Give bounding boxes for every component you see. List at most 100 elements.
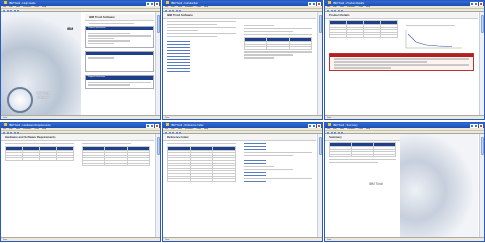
- maximize-icon[interactable]: [474, 123, 479, 128]
- menu-favorites[interactable]: Favorites: [347, 6, 355, 8]
- window-2-titlebar[interactable]: IBM Tivoli - Introduction: [163, 1, 322, 6]
- menu-tools[interactable]: Tools: [34, 128, 39, 130]
- menu-file[interactable]: File: [165, 6, 168, 8]
- menu-help[interactable]: Help: [42, 128, 46, 130]
- vertical-scrollbar[interactable]: [479, 134, 484, 237]
- vertical-scrollbar[interactable]: [317, 134, 322, 237]
- scroll-thumb[interactable]: [480, 15, 484, 33]
- menu-file[interactable]: File: [165, 128, 168, 130]
- menu-favorites[interactable]: Favorites: [185, 128, 193, 130]
- menu-view[interactable]: View: [16, 128, 20, 130]
- link-line[interactable]: [243, 142, 267, 144]
- minimize-icon[interactable]: [307, 123, 312, 128]
- vertical-scrollbar[interactable]: [479, 12, 484, 115]
- close-icon[interactable]: [479, 123, 483, 128]
- menu-file[interactable]: File: [327, 128, 330, 130]
- menu-favorites[interactable]: Favorites: [185, 6, 193, 8]
- menu-favorites[interactable]: Favorites: [23, 6, 31, 8]
- vertical-scrollbar[interactable]: [155, 134, 160, 237]
- menu-help[interactable]: Help: [42, 6, 46, 8]
- window-3[interactable]: IBM Tivoli - Product Details File Edit Vie…: [324, 0, 485, 120]
- close-icon[interactable]: [155, 1, 159, 6]
- window-5[interactable]: IBM Tivoli - Reference Index File Edit Vie…: [162, 122, 323, 242]
- menu-tools[interactable]: Tools: [196, 6, 201, 8]
- menu-view[interactable]: View: [16, 6, 20, 8]
- menu-view[interactable]: View: [178, 6, 182, 8]
- maximize-icon[interactable]: [150, 1, 155, 6]
- menu-view[interactable]: View: [178, 128, 182, 130]
- link-line[interactable]: [167, 52, 190, 55]
- maximize-icon[interactable]: [474, 1, 479, 6]
- menu-tools[interactable]: Tools: [34, 6, 39, 8]
- vertical-scrollbar[interactable]: [155, 12, 160, 115]
- link-line[interactable]: [243, 180, 267, 183]
- vertical-scrollbar[interactable]: [317, 12, 322, 115]
- minimize-icon[interactable]: [307, 1, 312, 6]
- scroll-thumb[interactable]: [156, 137, 160, 155]
- link-line[interactable]: [243, 148, 267, 150]
- window-4-titlebar[interactable]: IBM Tivoli - Hardware Requirements: [1, 123, 160, 128]
- menu-tools[interactable]: Tools: [196, 128, 201, 130]
- window-2[interactable]: IBM Tivoli - Introduction File Edit View Fa…: [162, 0, 323, 120]
- menu-tools[interactable]: Tools: [358, 128, 363, 130]
- link-line[interactable]: [243, 159, 267, 162]
- link-line[interactable]: [167, 55, 190, 58]
- maximize-icon[interactable]: [150, 123, 155, 128]
- link-line[interactable]: [167, 64, 190, 67]
- menu-help[interactable]: Help: [366, 6, 370, 8]
- menu-file[interactable]: File: [3, 128, 6, 130]
- menu-tools[interactable]: Tools: [358, 6, 363, 8]
- link-line[interactable]: [167, 43, 190, 46]
- menu-edit[interactable]: Edit: [333, 128, 336, 130]
- window-5-titlebar[interactable]: IBM Tivoli - Reference Index: [163, 123, 322, 128]
- maximize-icon[interactable]: [312, 1, 317, 6]
- menu-edit[interactable]: Edit: [333, 6, 336, 8]
- minimize-icon[interactable]: [145, 1, 150, 6]
- minimize-icon[interactable]: [145, 123, 150, 128]
- scroll-thumb[interactable]: [156, 15, 160, 33]
- menu-help[interactable]: Help: [204, 6, 208, 8]
- scroll-thumb[interactable]: [480, 137, 484, 155]
- scroll-thumb[interactable]: [318, 15, 322, 33]
- menu-help[interactable]: Help: [366, 128, 370, 130]
- close-icon[interactable]: [317, 1, 321, 6]
- index-links-column: [240, 141, 317, 184]
- window-1[interactable]: IBM Tivoli - Help Guide File Edit View Favo…: [0, 0, 161, 120]
- text-line: [167, 35, 217, 37]
- link-line[interactable]: [167, 49, 190, 52]
- menu-edit[interactable]: Edit: [171, 6, 174, 8]
- link-line[interactable]: [243, 145, 267, 147]
- menu-view[interactable]: View: [340, 6, 344, 8]
- menu-edit[interactable]: Edit: [171, 128, 174, 130]
- window-6[interactable]: IBM Tivoli - Summary File Edit View Favorit…: [324, 122, 485, 242]
- menu-edit[interactable]: Edit: [9, 128, 12, 130]
- link-line[interactable]: [167, 70, 190, 73]
- menu-file[interactable]: File: [327, 6, 330, 8]
- menu-favorites[interactable]: Favorites: [347, 128, 355, 130]
- menu-edit[interactable]: Edit: [9, 6, 12, 8]
- menu-help[interactable]: Help: [204, 128, 208, 130]
- link-line[interactable]: [167, 67, 190, 70]
- menu-favorites[interactable]: Favorites: [23, 128, 31, 130]
- scroll-thumb[interactable]: [318, 137, 322, 155]
- window-1-titlebar[interactable]: IBM Tivoli - Help Guide: [1, 1, 160, 6]
- link-line[interactable]: [167, 40, 190, 43]
- link-line[interactable]: [243, 171, 267, 174]
- link-line[interactable]: [243, 174, 267, 177]
- minimize-icon[interactable]: [469, 123, 474, 128]
- close-icon[interactable]: [155, 123, 159, 128]
- window-6-titlebar[interactable]: IBM Tivoli - Summary: [325, 123, 484, 128]
- maximize-icon[interactable]: [312, 123, 317, 128]
- window-4[interactable]: IBM Tivoli - Hardware Requirements File E…: [0, 122, 161, 242]
- menu-view[interactable]: View: [340, 128, 344, 130]
- menu-file[interactable]: File: [3, 6, 6, 8]
- window-3-titlebar[interactable]: IBM Tivoli - Product Details: [325, 1, 484, 6]
- link-line[interactable]: [167, 46, 190, 49]
- minimize-icon[interactable]: [469, 1, 474, 6]
- link-line[interactable]: [167, 58, 190, 61]
- close-icon[interactable]: [479, 1, 483, 6]
- text-line: [167, 32, 236, 34]
- link-line[interactable]: [167, 61, 190, 64]
- close-icon[interactable]: [317, 123, 321, 128]
- link-line[interactable]: [243, 162, 267, 165]
